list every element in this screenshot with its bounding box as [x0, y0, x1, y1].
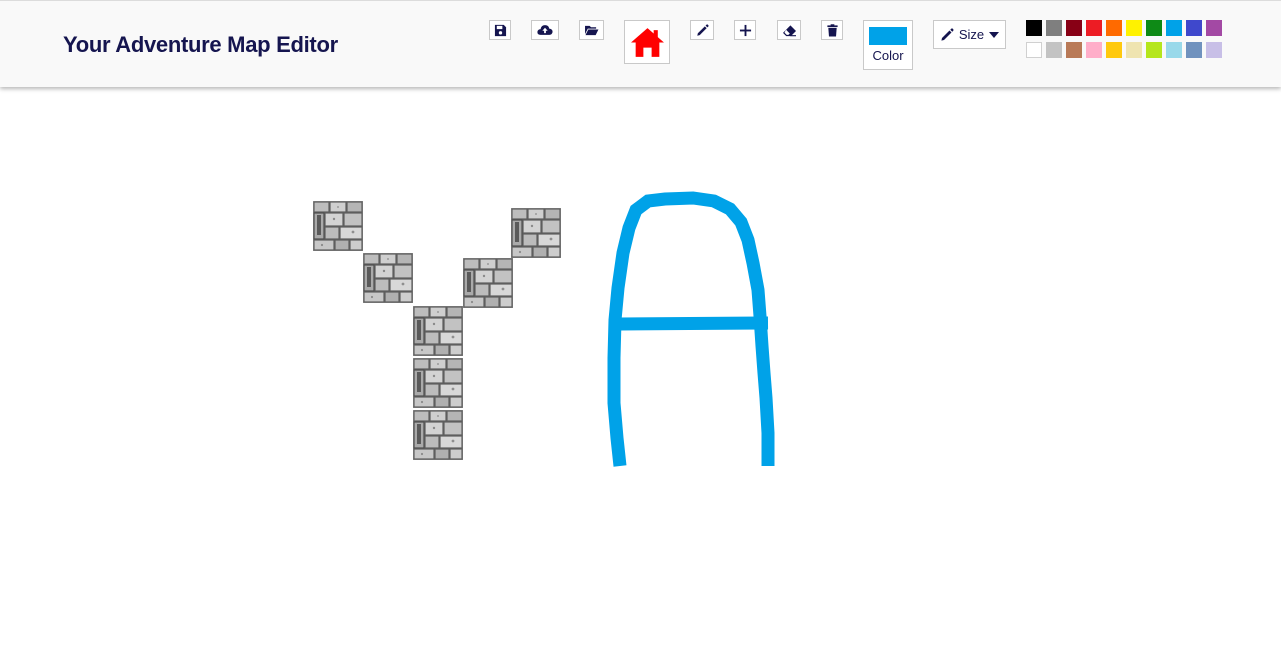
palette-color-swatch[interactable]	[1066, 20, 1082, 36]
palette-color-swatch[interactable]	[1146, 42, 1162, 58]
size-dropdown[interactable]: Size	[933, 20, 1006, 49]
freehand-drawing	[607, 191, 775, 467]
add-tile-button[interactable]	[734, 20, 756, 40]
drawn-stroke	[619, 316, 769, 331]
delete-button[interactable]	[821, 20, 843, 40]
palette-color-swatch[interactable]	[1126, 20, 1142, 36]
size-label: Size	[958, 27, 985, 42]
trash-icon	[826, 23, 838, 37]
palette-color-swatch[interactable]	[1026, 42, 1042, 58]
drawn-stroke	[607, 191, 775, 467]
pencil-icon	[941, 27, 954, 41]
draw-tool-button[interactable]	[690, 20, 714, 40]
upload-cloud-button[interactable]	[531, 20, 559, 40]
app-title: Your Adventure Map Editor	[63, 32, 338, 57]
palette-color-swatch[interactable]	[1146, 20, 1162, 36]
palette-color-swatch[interactable]	[1086, 42, 1102, 58]
palette-color-swatch[interactable]	[1106, 42, 1122, 58]
eraser-icon	[782, 24, 796, 36]
caret-down-icon	[989, 31, 1000, 38]
palette-color-swatch[interactable]	[1026, 20, 1042, 36]
palette-color-swatch[interactable]	[1206, 42, 1222, 58]
palette-color-swatch[interactable]	[1166, 20, 1182, 36]
palette-color-swatch[interactable]	[1086, 20, 1102, 36]
open-folder-button[interactable]	[579, 20, 604, 40]
color-label: Color	[872, 48, 904, 63]
palette-color-swatch[interactable]	[1106, 20, 1122, 36]
current-color-swatch	[869, 27, 907, 45]
home-button[interactable]	[624, 20, 670, 64]
palette-color-swatch[interactable]	[1046, 20, 1062, 36]
pencil-icon	[696, 23, 709, 36]
toolbar: Your Adventure Map Editor Color Size	[0, 0, 1281, 87]
home-icon	[630, 27, 664, 57]
palette-color-swatch[interactable]	[1166, 42, 1182, 58]
map-canvas[interactable]	[0, 88, 1281, 655]
folder-open-icon	[585, 25, 599, 36]
palette-color-swatch[interactable]	[1046, 42, 1062, 58]
cloud-upload-icon	[537, 25, 553, 35]
plus-icon	[739, 24, 751, 36]
palette-color-swatch[interactable]	[1066, 42, 1082, 58]
eraser-button[interactable]	[777, 20, 801, 40]
save-button[interactable]	[489, 20, 511, 40]
color-palette	[1026, 20, 1224, 60]
save-icon	[494, 24, 506, 36]
palette-color-swatch[interactable]	[1186, 20, 1202, 36]
palette-color-swatch[interactable]	[1126, 42, 1142, 58]
color-picker-button[interactable]: Color	[863, 20, 913, 70]
palette-color-swatch[interactable]	[1186, 42, 1202, 58]
palette-color-swatch[interactable]	[1206, 20, 1222, 36]
